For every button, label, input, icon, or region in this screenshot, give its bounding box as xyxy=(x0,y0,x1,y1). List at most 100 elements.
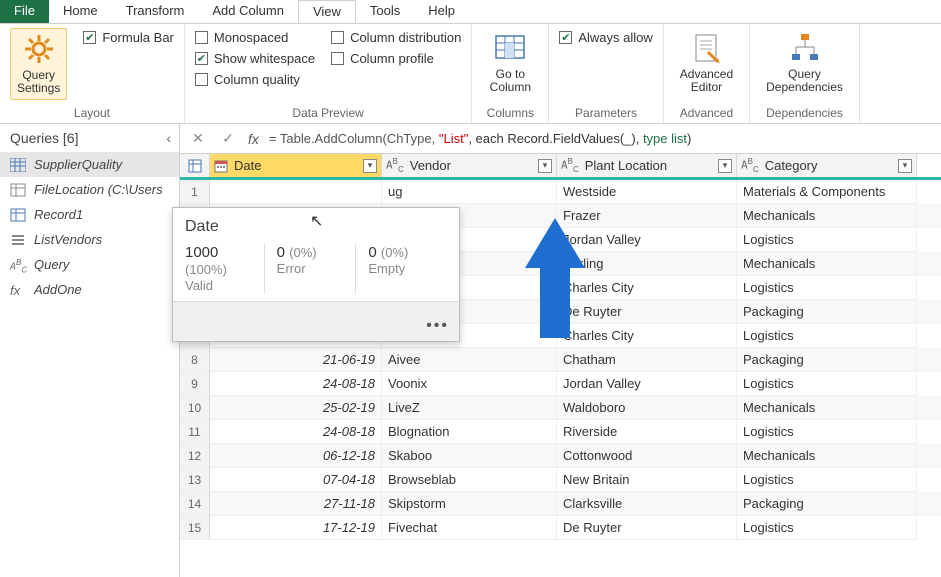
column-quality-checkbox[interactable]: Column quality xyxy=(195,70,315,89)
cell-location[interactable]: Westside xyxy=(557,180,737,204)
advanced-editor-button[interactable]: Advanced Editor xyxy=(674,28,739,98)
cell-date[interactable]: 24-08-18 xyxy=(210,420,382,444)
filter-dropdown-icon[interactable]: ▾ xyxy=(718,159,732,173)
menu-add-column[interactable]: Add Column xyxy=(198,0,298,23)
collapse-icon[interactable]: ‹ xyxy=(166,130,171,146)
query-settings-button[interactable]: Query Settings xyxy=(10,28,67,100)
cell-vendor[interactable]: LiveZ xyxy=(382,396,557,420)
row-number[interactable]: 1 xyxy=(180,180,210,204)
cell-category[interactable]: Logistics xyxy=(737,228,917,252)
cell-category[interactable]: Logistics xyxy=(737,420,917,444)
row-number[interactable]: 9 xyxy=(180,372,210,396)
cell-category[interactable]: Mechanicals xyxy=(737,444,917,468)
query-item-listvendors[interactable]: ListVendors xyxy=(0,227,179,252)
cell-location[interactable]: Charles City xyxy=(557,276,737,300)
formula-text[interactable]: = Table.AddColumn(ChType, "List", each R… xyxy=(269,131,933,147)
cell-category[interactable]: Logistics xyxy=(737,324,917,348)
table-row[interactable]: 1 ugWestsideMaterials & Components xyxy=(180,180,941,204)
menu-view[interactable]: View xyxy=(298,0,356,23)
cell-date[interactable]: 25-02-19 xyxy=(210,396,382,420)
cell-vendor[interactable]: ug xyxy=(382,180,557,204)
cell-location[interactable]: Riverside xyxy=(557,420,737,444)
cell-category[interactable]: Logistics xyxy=(737,372,917,396)
filter-dropdown-icon[interactable]: ▾ xyxy=(538,159,552,173)
cell-location[interactable]: Cottonwood xyxy=(557,444,737,468)
table-row[interactable]: 924-08-18VoonixJordan ValleyLogistics xyxy=(180,372,941,396)
cell-location[interactable]: New Britain xyxy=(557,468,737,492)
cell-category[interactable]: Mechanicals xyxy=(737,252,917,276)
cell-vendor[interactable]: Skipstorm xyxy=(382,492,557,516)
cell-date[interactable]: 17-12-19 xyxy=(210,516,382,540)
table-row[interactable]: 1307-04-18BrowseblabNew BritainLogistics xyxy=(180,468,941,492)
commit-formula-button[interactable]: ✓ xyxy=(218,130,238,147)
column-header-location[interactable]: ABC Plant Location ▾ xyxy=(557,154,737,177)
menu-tools[interactable]: Tools xyxy=(356,0,414,23)
menu-transform[interactable]: Transform xyxy=(112,0,199,23)
table-row[interactable]: 1025-02-19LiveZWaldoboroMechanicals xyxy=(180,396,941,420)
menu-file[interactable]: File xyxy=(0,0,49,23)
row-number[interactable]: 10 xyxy=(180,396,210,420)
column-profile-checkbox[interactable]: Column profile xyxy=(331,49,461,68)
menu-help[interactable]: Help xyxy=(414,0,469,23)
table-row[interactable]: 1517-12-19FivechatDe RuyterLogistics xyxy=(180,516,941,540)
cell-date[interactable]: 27-11-18 xyxy=(210,492,382,516)
cancel-formula-button[interactable]: ✕ xyxy=(188,130,208,147)
cell-date[interactable]: 24-08-18 xyxy=(210,372,382,396)
monospaced-checkbox[interactable]: Monospaced xyxy=(195,28,315,47)
table-row[interactable]: 821-06-19AiveeChathamPackaging xyxy=(180,348,941,372)
cell-vendor[interactable]: Browseblab xyxy=(382,468,557,492)
cell-vendor[interactable]: Voonix xyxy=(382,372,557,396)
cell-category[interactable]: Packaging xyxy=(737,492,917,516)
cell-category[interactable]: Logistics xyxy=(737,468,917,492)
filter-dropdown-icon[interactable]: ▾ xyxy=(363,159,377,173)
cell-date[interactable] xyxy=(210,180,382,204)
row-number[interactable]: 15 xyxy=(180,516,210,540)
row-number[interactable]: 11 xyxy=(180,420,210,444)
row-number[interactable]: 12 xyxy=(180,444,210,468)
query-item-addone[interactable]: fxAddOne xyxy=(0,277,179,302)
cell-date[interactable]: 07-04-18 xyxy=(210,468,382,492)
cell-location[interactable]: Clarksville xyxy=(557,492,737,516)
menu-home[interactable]: Home xyxy=(49,0,112,23)
cell-date[interactable]: 06-12-18 xyxy=(210,444,382,468)
cell-category[interactable]: Mechanicals xyxy=(737,204,917,228)
cell-vendor[interactable]: Fivechat xyxy=(382,516,557,540)
cell-category[interactable]: Materials & Components xyxy=(737,180,917,204)
cell-category[interactable]: Mechanicals xyxy=(737,396,917,420)
cell-vendor[interactable]: Aivee xyxy=(382,348,557,372)
cell-category[interactable]: Logistics xyxy=(737,276,917,300)
row-number[interactable]: 14 xyxy=(180,492,210,516)
column-header-vendor[interactable]: ABC Vendor ▾ xyxy=(382,154,557,177)
row-number[interactable]: 8 xyxy=(180,348,210,372)
select-all-icon[interactable] xyxy=(180,154,210,177)
column-header-category[interactable]: ABC Category ▾ xyxy=(737,154,917,177)
show-whitespace-checkbox[interactable]: ✔Show whitespace xyxy=(195,49,315,68)
cell-vendor[interactable]: Blognation xyxy=(382,420,557,444)
query-item-record1[interactable]: Record1 xyxy=(0,202,179,227)
query-item-supplierquality[interactable]: SupplierQuality xyxy=(0,152,179,177)
goto-column-button[interactable]: Go to Column xyxy=(482,28,538,98)
always-allow-checkbox[interactable]: ✔Always allow xyxy=(559,28,652,47)
cell-location[interactable]: De Ruyter xyxy=(557,300,737,324)
cell-location[interactable]: Jordan Valley xyxy=(557,372,737,396)
query-item-query[interactable]: ABCQuery xyxy=(0,252,179,277)
query-dependencies-button[interactable]: Query Dependencies xyxy=(760,28,849,98)
table-row[interactable]: 1124-08-18BlognationRiversideLogistics xyxy=(180,420,941,444)
table-row[interactable]: 1206-12-18SkabooCottonwoodMechanicals xyxy=(180,444,941,468)
column-distribution-checkbox[interactable]: Column distribution xyxy=(331,28,461,47)
cell-location[interactable]: De Ruyter xyxy=(557,516,737,540)
filter-dropdown-icon[interactable]: ▾ xyxy=(898,159,912,173)
cell-location[interactable]: Waldoboro xyxy=(557,396,737,420)
cell-location[interactable]: Charles City xyxy=(557,324,737,348)
cell-category[interactable]: Packaging xyxy=(737,300,917,324)
cell-location[interactable]: Chatham xyxy=(557,348,737,372)
formula-bar-checkbox[interactable]: ✔Formula Bar xyxy=(83,28,174,47)
cell-date[interactable]: 21-06-19 xyxy=(210,348,382,372)
query-item-filelocation-c-users[interactable]: FileLocation (C:\Users xyxy=(0,177,179,202)
cell-location[interactable]: Jordan Valley xyxy=(557,228,737,252)
cell-category[interactable]: Logistics xyxy=(737,516,917,540)
column-header-date[interactable]: Date ▾ xyxy=(210,154,382,177)
row-number[interactable]: 13 xyxy=(180,468,210,492)
cell-location[interactable]: Frazer xyxy=(557,204,737,228)
cell-vendor[interactable]: Skaboo xyxy=(382,444,557,468)
